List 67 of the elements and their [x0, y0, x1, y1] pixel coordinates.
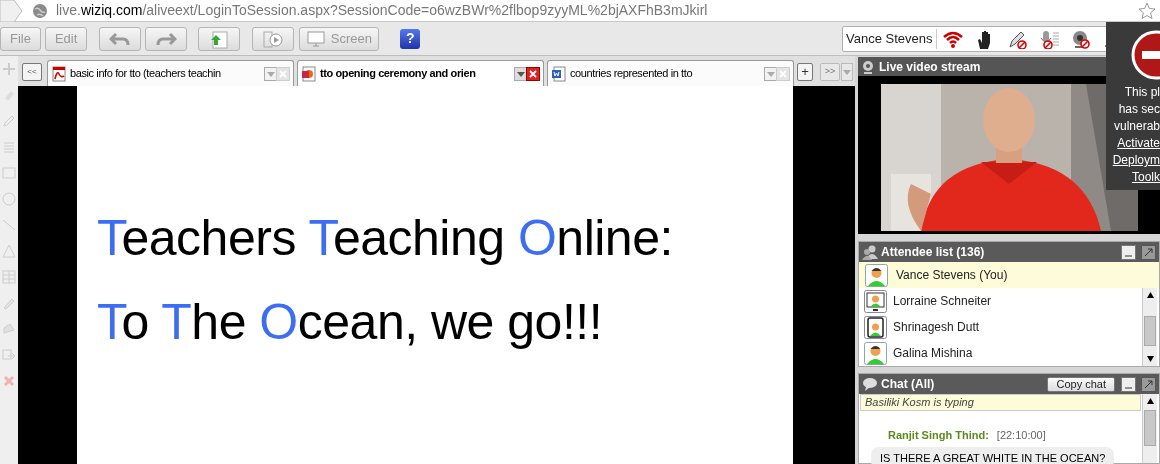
person-avatar-icon	[865, 263, 888, 287]
redo-button[interactable]	[145, 26, 188, 51]
scrollbar[interactable]	[1142, 288, 1157, 366]
desktop-user-icon	[864, 289, 887, 313]
warning-text: vulnerab	[1113, 118, 1160, 135]
webcam-blocked-icon[interactable]	[1070, 29, 1093, 49]
warning-link[interactable]: Toolk	[1132, 169, 1160, 186]
panel-title: Live video stream	[879, 58, 981, 76]
slide-text: Teachers Teaching Online:	[97, 209, 674, 268]
panel-title: Chat (All)	[881, 376, 935, 393]
scrollbar[interactable]	[1142, 394, 1157, 463]
film-play-icon[interactable]	[262, 28, 285, 49]
presentation-file-icon	[301, 65, 317, 82]
attendee-name: Lorraine Schneiter	[893, 293, 992, 310]
panel-title: Attendee list (136)	[881, 244, 985, 261]
close-icon[interactable]	[526, 66, 540, 81]
undo-button[interactable]	[99, 26, 142, 51]
popout-icon[interactable]	[1141, 244, 1156, 260]
add-tab-button[interactable]: +	[797, 63, 813, 81]
mobile-user-icon	[864, 315, 887, 339]
ellipse-icon[interactable]	[2, 192, 16, 206]
pencil-blocked-icon[interactable]	[1006, 29, 1029, 49]
slide-text: To The Ocean, we go!!!	[97, 293, 604, 352]
user-name: Vance Stevens	[846, 29, 938, 49]
microphone-blocked-icon[interactable]	[1038, 29, 1061, 49]
people-icon	[862, 244, 878, 260]
tab-label: basic info for tto (teachers teachin	[70, 66, 222, 82]
warning-text: This pl	[1124, 84, 1160, 101]
export-icon[interactable]	[2, 348, 16, 362]
scroll-tabs-right-button[interactable]: >>	[820, 63, 840, 81]
tab-label: countries represented in tto	[570, 66, 694, 82]
speech-bubble-icon	[862, 376, 878, 392]
help-button[interactable]: ?	[400, 28, 421, 49]
table-icon[interactable]	[2, 270, 16, 284]
line-icon[interactable]	[2, 218, 16, 232]
typing-text: Basiliki Kosm is typing	[865, 395, 974, 411]
warning-text: has sec	[1118, 101, 1160, 118]
monitor-icon[interactable]	[306, 30, 325, 47]
fill-icon[interactable]	[2, 322, 16, 336]
move-icon[interactable]	[2, 62, 16, 76]
scroll-tabs-left-button[interactable]: <<	[22, 63, 42, 81]
pdf-file-icon	[51, 65, 67, 82]
minimize-icon[interactable]	[1121, 376, 1136, 392]
back-chevron-icon[interactable]	[0, 0, 22, 22]
media-button[interactable]	[252, 26, 295, 51]
minimize-icon[interactable]	[1121, 244, 1136, 260]
signal-icon[interactable]	[942, 29, 965, 49]
attendee-name: Galina Mishina	[893, 345, 973, 362]
attendee-row[interactable]: Vance Stevens (You)	[859, 262, 1159, 288]
chat-author: Ranjit Singh Thind:	[888, 428, 989, 443]
bookmark-star-icon[interactable]	[1138, 1, 1156, 20]
document-tab[interactable]: tto opening ceremony and orien	[297, 60, 544, 86]
delete-icon[interactable]	[2, 374, 16, 388]
tab-label: tto opening ceremony and orien	[320, 66, 477, 82]
copy-chat-button[interactable]: Copy chat	[1047, 376, 1115, 392]
pencil-icon[interactable]	[2, 114, 16, 128]
warning-link[interactable]: Deploym	[1112, 152, 1160, 169]
chat-message: IS THERE A GREAT WHITE IN THE OCEAN?	[871, 446, 1115, 464]
attendee-name: Vance Stevens (You)	[896, 267, 1008, 284]
attendee-name: Shrinagesh Dutt	[893, 319, 980, 336]
word-file-icon	[551, 65, 567, 82]
warning-link[interactable]: Activate	[1117, 135, 1160, 152]
triangle-icon[interactable]	[2, 244, 16, 258]
chat-time: [22:10:00]	[996, 428, 1046, 443]
highlighter-icon[interactable]	[2, 296, 16, 310]
upload-button[interactable]	[198, 26, 241, 51]
popout-icon[interactable]	[1141, 376, 1156, 392]
